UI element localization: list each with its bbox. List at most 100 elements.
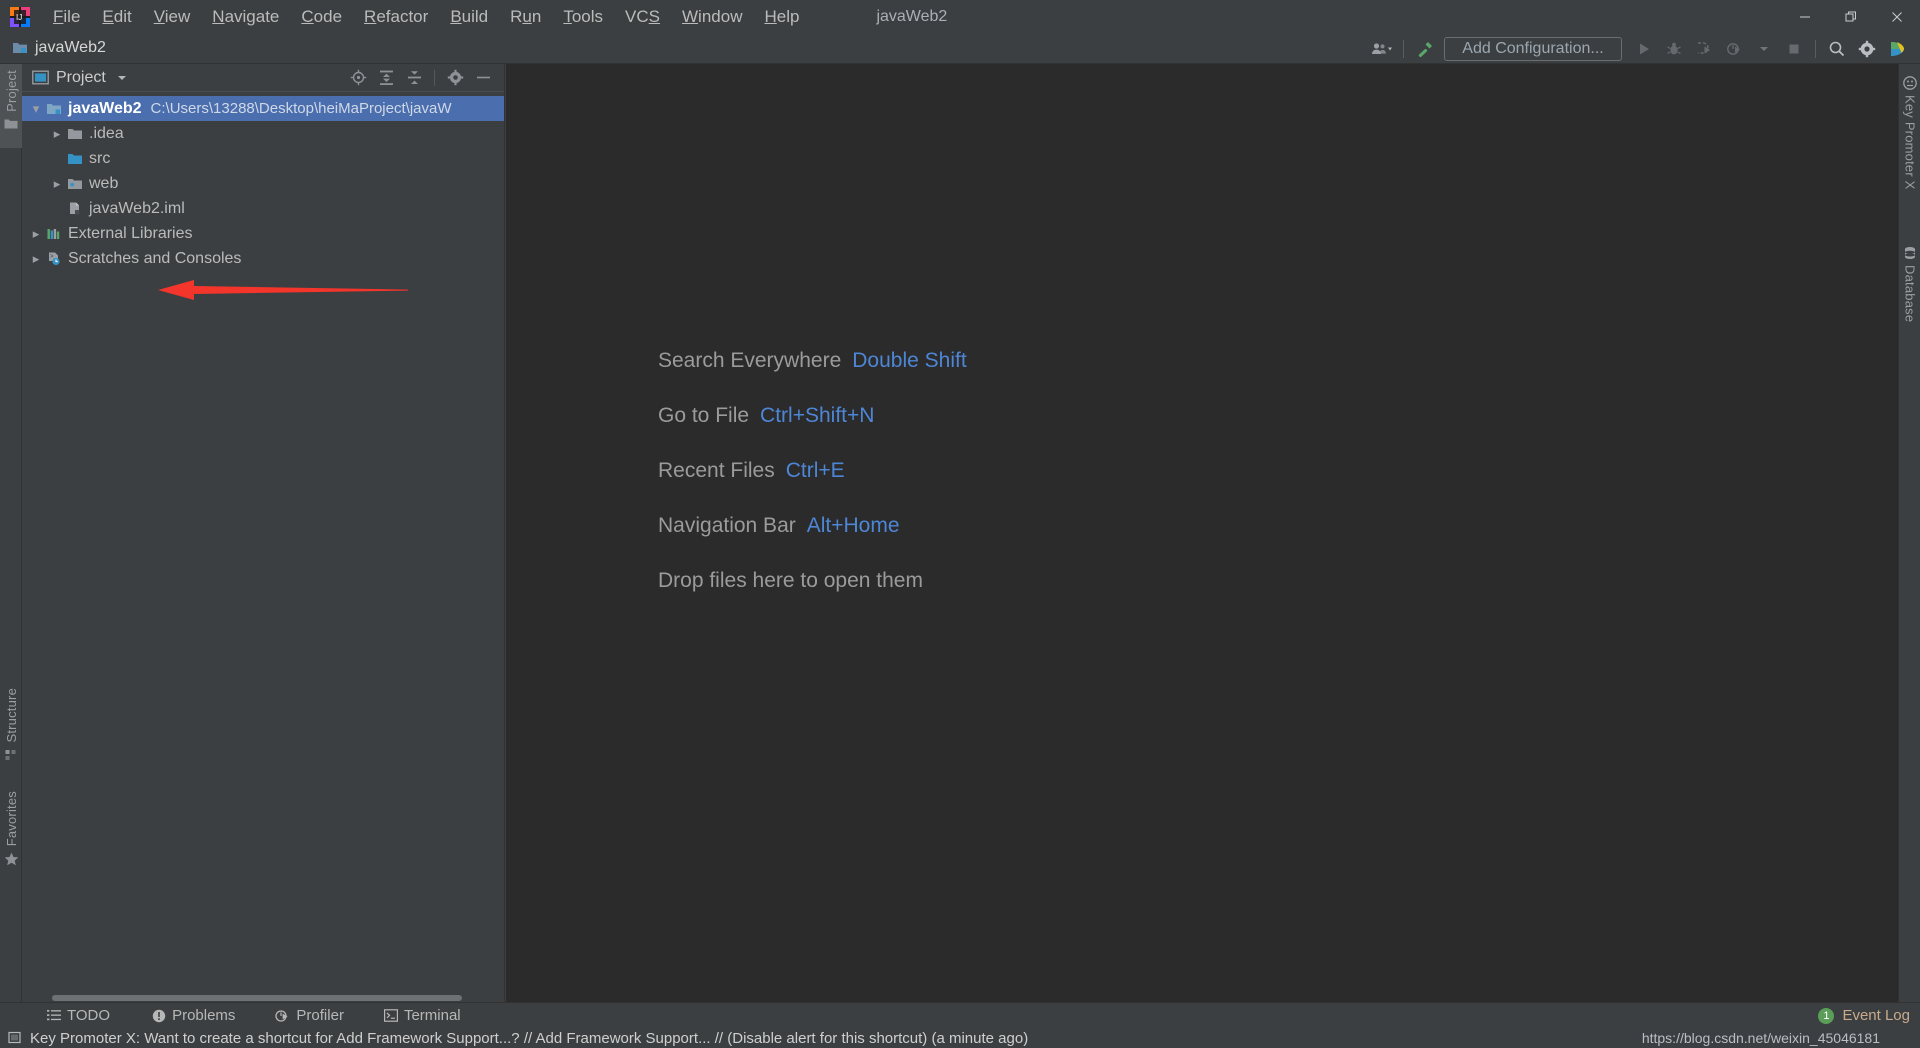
ide-features-trainer-icon[interactable] [1882,36,1912,62]
toolbar-project-label: javaWeb2 [12,39,106,57]
project-folder-icon [4,118,18,130]
hint-shortcut: Alt+Home [806,514,900,537]
editor-hints: Search Everywhere Double Shift Go to Fil… [658,349,967,624]
event-log-badge: 1 [1818,1007,1835,1024]
menu-window[interactable]: Window [671,4,753,30]
project-panel-header: Project [22,64,504,92]
profile-dropdown-caret-icon[interactable] [1749,36,1779,62]
project-panel-hscrollbar[interactable] [22,992,505,1002]
toolbar-separator-2 [1815,39,1816,58]
tree-label: src [89,149,111,167]
hide-icon[interactable] [470,66,496,90]
libraries-icon [44,225,64,243]
settings-gear-icon[interactable] [442,66,468,90]
menu-edit[interactable]: Edit [91,4,142,30]
tree-row-scratches-and-consoles[interactable]: ▸ >_ Scratches and Consoles [22,246,504,271]
module-folder-icon [12,41,28,55]
project-tree: ▾ javaWeb2 C:\Users\13288\Desktop\heiMaP… [22,92,504,1002]
hint-go-to-file: Go to File Ctrl+Shift+N [658,404,967,428]
sidebar-item-structure[interactable]: Structure [0,684,22,784]
bottom-item-terminal[interactable]: Terminal [375,1005,470,1026]
build-hammer-icon[interactable] [1410,36,1440,62]
expand-all-icon[interactable] [373,66,399,90]
close-icon[interactable] [1874,0,1920,33]
bottom-item-profiler[interactable]: Profiler [266,1005,353,1026]
hint-label: Navigation Bar [658,514,796,537]
tree-row-javaweb2[interactable]: ▾ javaWeb2 C:\Users\13288\Desktop\heiMaP… [22,96,504,121]
stop-icon[interactable] [1779,36,1809,62]
main-toolbar: javaWeb2 Add Configuration... [0,33,1920,64]
key-promoter-notification-icon [8,1031,22,1045]
menu-tools[interactable]: Tools [552,4,614,30]
editor-empty-area: Search Everywhere Double Shift Go to Fil… [506,64,1898,1002]
intellij-logo-icon: IJ [10,6,30,27]
bottom-item-todo[interactable]: TODO [38,1005,119,1026]
scroll-from-source-icon[interactable] [345,66,371,90]
status-bar-message[interactable]: Key Promoter X: Want to create a shortcu… [30,1030,1028,1047]
window-title: javaWeb2 [876,7,948,25]
settings-gear-icon[interactable] [1852,36,1882,62]
menu-navigate[interactable]: Navigate [201,4,290,30]
scratches-icon: >_ [44,250,64,268]
chevron-right-icon[interactable]: ▸ [49,126,65,142]
menu-help[interactable]: Help [753,4,810,30]
tree-row-idea[interactable]: ▸ .idea [22,121,504,146]
menu-view[interactable]: View [143,4,202,30]
profile-icon[interactable] [1719,36,1749,62]
sidebar-item-project[interactable]: Project [0,64,22,148]
folder-icon [65,125,85,143]
profiler-icon [275,1009,290,1023]
run-with-coverage-icon[interactable] [1689,36,1719,62]
chevron-down-icon[interactable]: ▾ [28,101,44,117]
event-log-label[interactable]: Event Log [1842,1007,1910,1024]
search-icon[interactable] [1822,36,1852,62]
menu-build[interactable]: Build [439,4,499,30]
hint-navigation-bar: Navigation Bar Alt+Home [658,514,967,538]
tree-label: External Libraries [68,224,193,242]
tree-label: javaWeb2.iml [89,199,185,217]
add-configuration-button[interactable]: Add Configuration... [1444,36,1622,61]
project-view-dropdown-icon[interactable] [117,75,126,80]
user-dropdown-icon[interactable] [1367,36,1397,62]
tree-row-web[interactable]: ▸ web [22,171,504,196]
minimize-icon[interactable] [1782,0,1828,33]
bottom-item-label: TODO [67,1007,111,1024]
sidebar-item-favorites[interactable]: Favorites [0,787,22,887]
tree-row-javaweb2-iml[interactable]: javaWeb2.iml [22,196,504,221]
menu-refactor[interactable]: Refactor [353,4,439,30]
todo-list-icon [47,1009,61,1022]
hint-label: Search Everywhere [658,349,842,372]
project-panel-hscrollbar-thumb[interactable] [52,995,462,1001]
sidebar-item-key-promoter-x[interactable]: Key Promoter X [1899,72,1920,222]
maximize-icon[interactable] [1828,0,1874,33]
ide-window: IJ File Edit View Navigate Code Refactor… [0,0,1920,1048]
collapse-all-icon[interactable] [401,66,427,90]
window-controls [1782,0,1920,33]
tree-label: javaWeb2 [68,99,142,117]
terminal-icon [383,1009,398,1022]
menu-file[interactable]: File [42,4,91,30]
project-panel-title: Project [56,68,106,86]
left-tool-strip: Project Structure Favorites [0,64,22,1002]
toolbar-separator [1403,39,1404,58]
debug-icon[interactable] [1659,36,1689,62]
menu-vcs[interactable]: VCS [614,4,671,30]
chevron-right-icon[interactable]: ▸ [49,176,65,192]
tree-row-external-libraries[interactable]: ▸ External Libraries [22,221,504,246]
run-icon[interactable] [1629,36,1659,62]
toolbar-project-name: javaWeb2 [35,39,106,56]
bottom-item-problems[interactable]: Problems [143,1005,244,1026]
chevron-right-icon[interactable]: ▸ [28,251,44,267]
bottom-tool-bar: TODO Problems Profiler Terminal 1 Event … [0,1002,1920,1028]
menu-run[interactable]: Run [499,4,552,30]
hint-label: Recent Files [658,459,775,482]
project-panel-toolbar [345,66,504,90]
tree-label: .idea [89,124,124,142]
tree-row-src[interactable]: src [22,146,504,171]
menu-code[interactable]: Code [290,4,353,30]
chevron-right-icon[interactable]: ▸ [28,226,44,242]
sidebar-item-database[interactable]: Database [1899,242,1920,357]
title-bar: IJ File Edit View Navigate Code Refactor… [0,0,1920,33]
tree-label: web [89,174,119,192]
module-folder-icon [44,100,64,118]
